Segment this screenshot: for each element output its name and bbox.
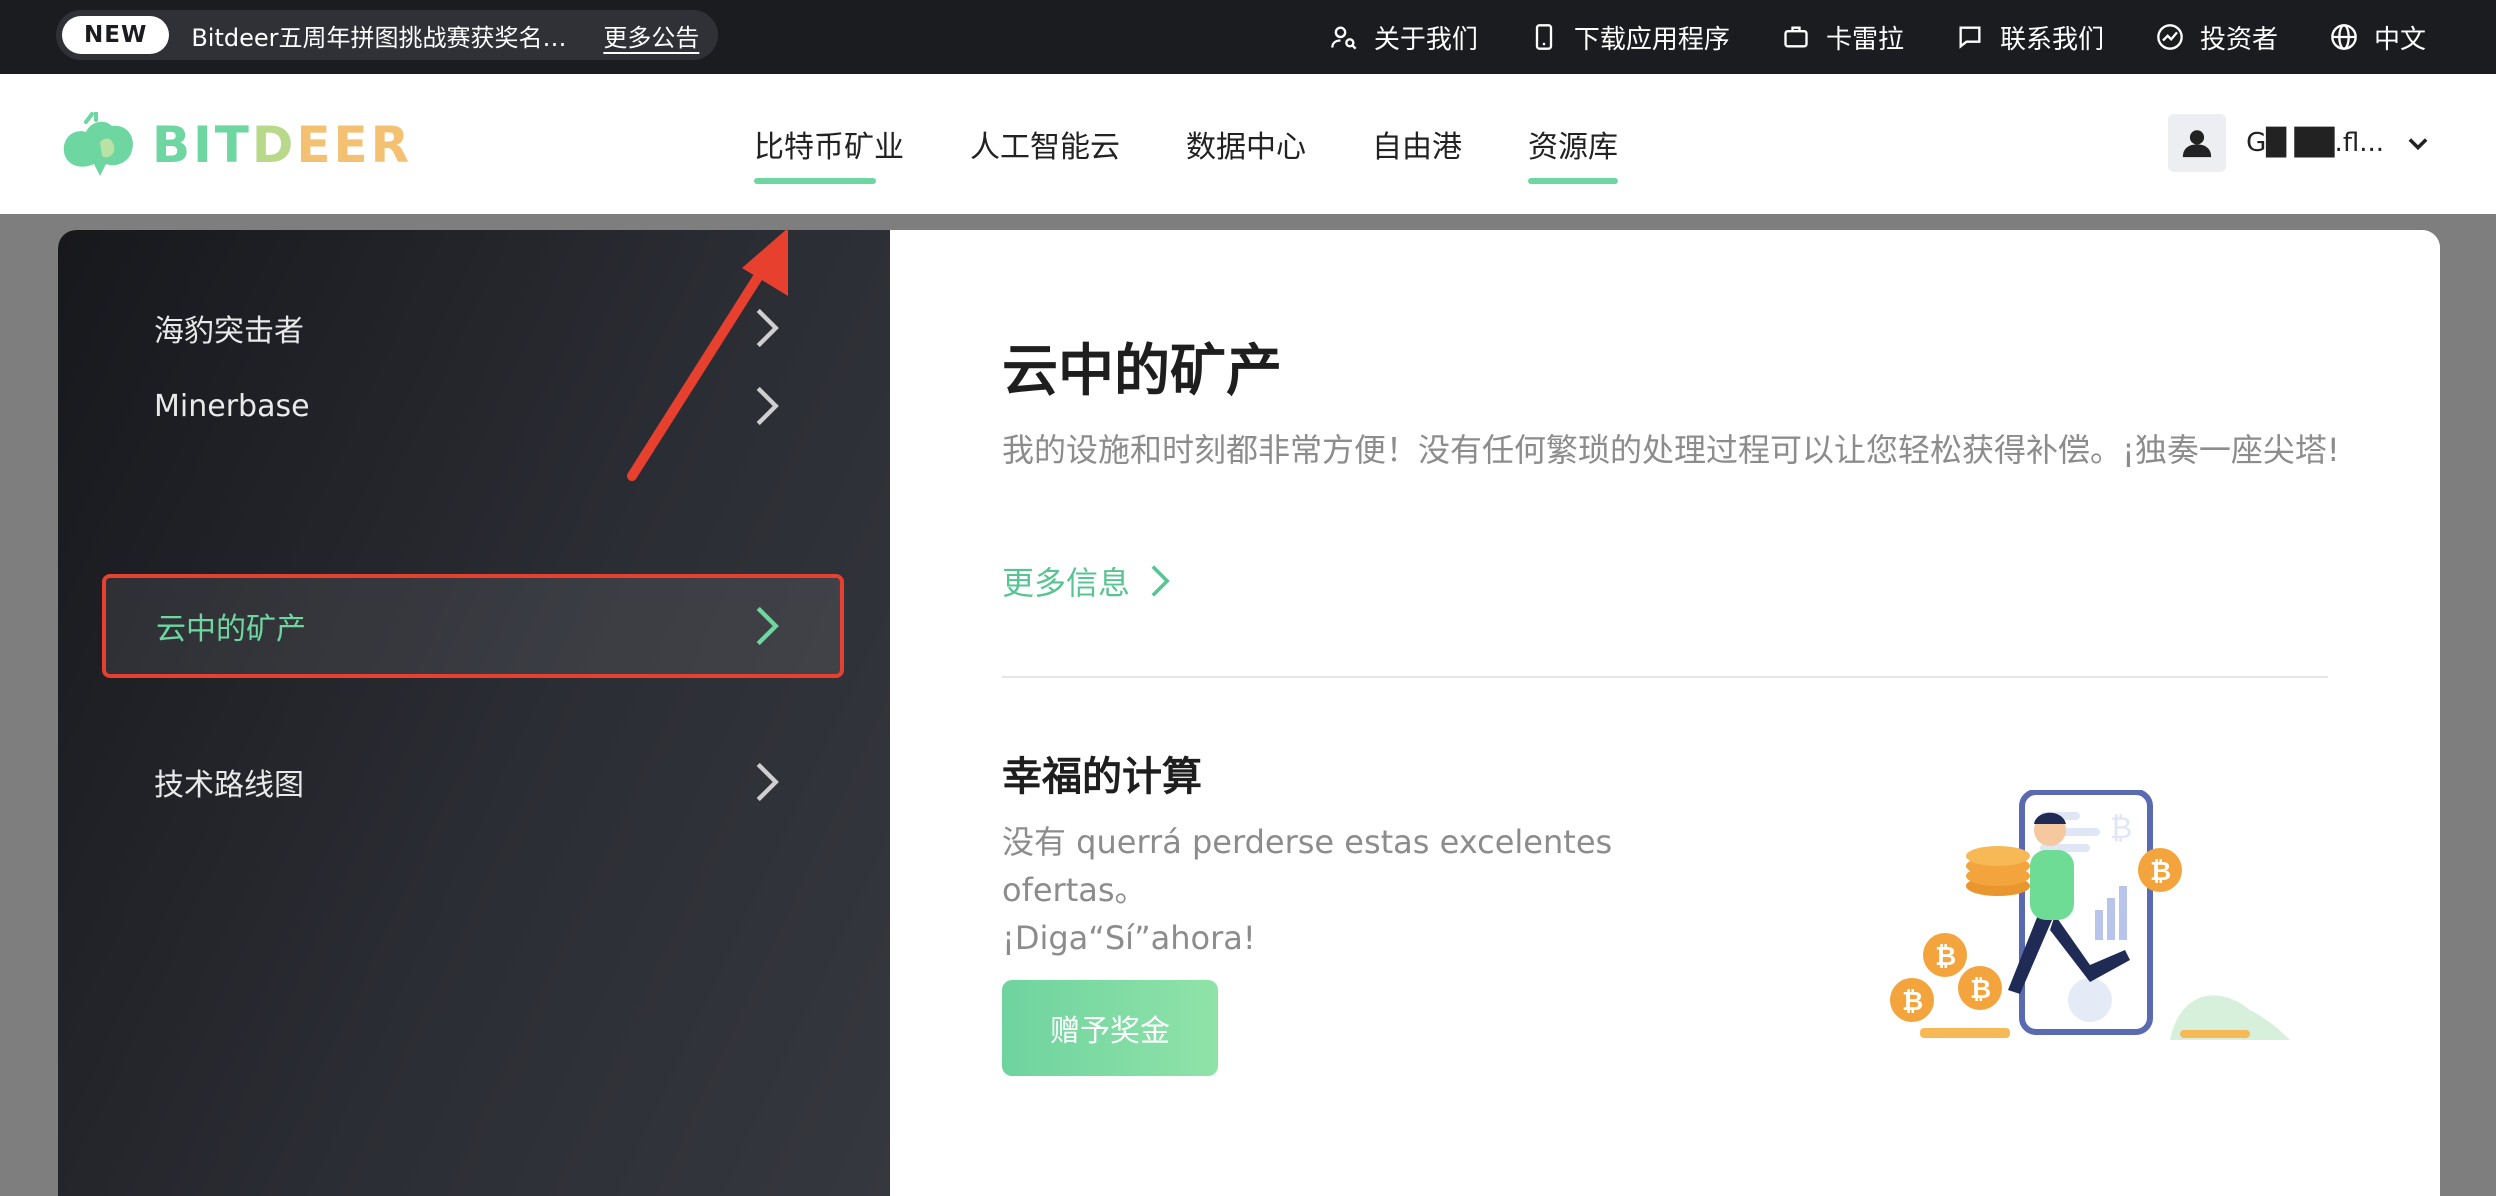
sidebar-item-label: 技术路线图 [154, 768, 304, 803]
content-description: 我的设施和时刻都非常方便！没有任何繁琐的处理过程可以让您轻松获得补偿。¡独奏一座… [1002, 431, 2340, 469]
investors-label: 投资者 [2199, 24, 2278, 55]
chat-icon [1959, 26, 1981, 49]
announcement-bar: NEW Bitdeer五周年拼图挑战赛获奖名单公布 更多公告 关于我们 下载应用… [0, 0, 2496, 74]
new-badge: NEW [62, 16, 170, 54]
more-info-link[interactable]: 更多信息 [1002, 558, 1172, 604]
svg-text:₿: ₿ [2110, 811, 2132, 846]
nav-bitcoin-mining[interactable]: 比特币矿业 [754, 74, 904, 214]
nav-ai-cloud[interactable]: 人工智能云 [970, 74, 1120, 214]
language-label: 中文 [2373, 24, 2426, 55]
download-app-label: 下载应用程序 [1573, 24, 1730, 55]
sidebar-item-tech-roadmap[interactable]: 技术路线图 [104, 730, 840, 834]
nav-data-center[interactable]: 数据中心 [1186, 74, 1306, 214]
promo-description: 没有 querrá perderse estas excelentes ofer… [1002, 818, 1762, 962]
avatar[interactable] [2168, 114, 2227, 172]
announcement-text[interactable]: Bitdeer五周年拼图挑战赛获奖名单公布 [191, 18, 581, 53]
svg-text:₿: ₿ [2150, 857, 2171, 887]
svg-text:₿: ₿ [1970, 975, 1991, 1005]
user-search-icon [1331, 26, 1357, 50]
chart-circle-icon [2157, 24, 2183, 50]
about-us-link[interactable]: 关于我们 [1330, 19, 1478, 56]
chevron-right-icon [756, 762, 779, 802]
content-title: 云中的矿产 [1002, 339, 1282, 404]
main-header: BITDEER 比特币矿业 人工智能云 数据中心 自由港 资源库 G█ ██.f… [0, 74, 2496, 214]
phone-icon [1535, 24, 1553, 50]
bonus-button[interactable]: 赠予奖金 [1002, 980, 1218, 1076]
primary-nav: 比特币矿业 人工智能云 数据中心 自由港 资源库 [754, 74, 1618, 214]
user-icon [2182, 130, 2212, 158]
nav-resources[interactable]: 资源库 [1528, 74, 1618, 214]
contact-us-link[interactable]: 联系我们 [1956, 19, 2104, 56]
sidebar-item-cloud-mining[interactable]: 云中的矿产 [102, 574, 844, 678]
language-switcher[interactable]: 中文 [2330, 19, 2426, 56]
submenu-content: 云中的矿产 我的设施和时刻都非常方便！没有任何繁琐的处理过程可以让您轻松获得补偿… [890, 230, 2440, 1196]
section-divider [1002, 676, 2328, 678]
chevron-right-icon [756, 606, 779, 646]
promo-title: 幸福的计算 [1002, 754, 1202, 800]
briefcase-icon [1784, 26, 1808, 48]
sidebar-item-label: 云中的矿产 [156, 612, 306, 647]
about-us-label: 关于我们 [1373, 24, 1478, 55]
promo-line-1: 没有 querrá perderse estas excelentes ofer… [1002, 823, 1613, 909]
bitcoin-phone-illustration: ₿ ₿ ₿ ₿ ₿ [1890, 790, 2290, 1040]
more-info-label: 更多信息 [1002, 564, 1131, 602]
user-name[interactable]: G█ ██.fl... [2246, 128, 2384, 158]
svg-text:₿: ₿ [1935, 942, 1956, 972]
user-menu[interactable]: G█ ██.fl... [2168, 114, 2432, 172]
mega-menu-panel: 海豹突击者 Minerbase 云中的矿产 技术路线图 云中的矿产 我的设施和时… [58, 230, 2440, 1196]
careers-label: 卡雷拉 [1825, 24, 1904, 55]
svg-text:₿: ₿ [1902, 987, 1923, 1017]
careers-link[interactable]: 卡雷拉 [1782, 19, 1904, 56]
announcement-pill[interactable]: NEW Bitdeer五周年拼图挑战赛获奖名单公布 更多公告 [56, 10, 718, 60]
logo-wordmark: BITDEER [152, 116, 413, 174]
promo-line-2: ¡Diga“Sí”ahora! [1002, 919, 1256, 957]
bitdeer-logo[interactable]: BITDEER [56, 112, 412, 178]
annotation-arrow [627, 228, 788, 481]
download-app-link[interactable]: 下载应用程序 [1530, 19, 1730, 56]
investors-link[interactable]: 投资者 [2156, 19, 2278, 56]
utility-links: 关于我们 下载应用程序 卡雷拉 联系我们 投资者 中文 [1330, 0, 2426, 74]
nav-freeport[interactable]: 自由港 [1372, 74, 1462, 214]
globe-icon [2331, 24, 2357, 50]
deer-logo-icon [63, 112, 133, 176]
contact-us-label: 联系我们 [1999, 24, 2104, 55]
sidebar-item-label: 海豹突击者 [154, 314, 304, 349]
chevron-right-icon [1151, 565, 1170, 597]
chevron-down-icon[interactable] [2404, 129, 2432, 157]
sidebar-item-label: Minerbase [154, 388, 310, 424]
more-announcements-link[interactable]: 更多公告 [603, 18, 699, 53]
